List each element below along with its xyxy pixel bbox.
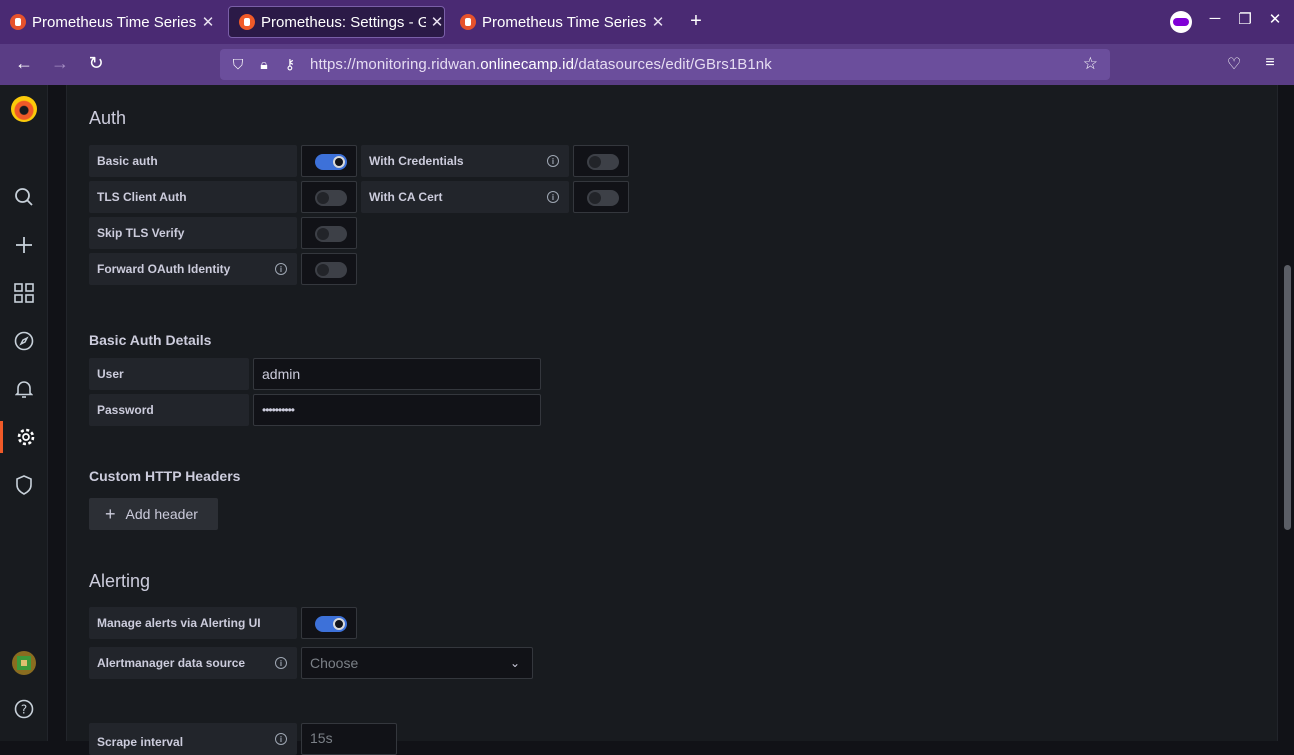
user-avatar[interactable]	[12, 651, 36, 675]
manage-alerts-toggle[interactable]	[301, 607, 357, 639]
toggle-switch[interactable]	[315, 154, 347, 170]
user-input[interactable]: admin	[253, 358, 541, 390]
lock-icon[interactable]: 🔒︎	[256, 56, 272, 73]
tab-title: Prometheus: Settings - Gr	[261, 13, 426, 31]
alerting-heading: Alerting	[89, 571, 151, 591]
menu-icon[interactable]: ≡	[1260, 54, 1280, 72]
restore-icon[interactable]: ❐	[1235, 10, 1255, 28]
prometheus-favicon-icon	[460, 14, 476, 30]
minimize-icon[interactable]: ─	[1205, 10, 1225, 27]
url-text[interactable]: https://monitoring.ridwan.onlinecamp.id/…	[310, 56, 772, 73]
create-plus-icon[interactable]	[0, 229, 48, 261]
reload-icon[interactable]: ↻	[84, 53, 108, 74]
toggle-switch[interactable]	[315, 262, 347, 278]
with-credentials-label: With Credentials i	[361, 145, 569, 177]
alertmanager-datasource-label: Alertmanager data source i	[89, 647, 297, 679]
search-icon[interactable]	[0, 181, 48, 213]
browser-tab-2[interactable]: Prometheus: Settings - Gr ✕	[228, 6, 445, 38]
basic-auth-label: Basic auth	[89, 145, 297, 177]
close-window-icon[interactable]: ✕	[1265, 10, 1285, 28]
close-tab-icon[interactable]: ✕	[430, 13, 444, 31]
chevron-down-icon: ⌄	[509, 656, 520, 670]
server-admin-shield-icon[interactable]	[0, 469, 48, 501]
private-browsing-icon	[1170, 11, 1192, 33]
toggle-switch[interactable]	[315, 226, 347, 242]
configuration-gear-icon[interactable]	[0, 421, 48, 453]
new-tab-icon[interactable]: +	[686, 10, 706, 33]
grafana-favicon-icon	[239, 14, 255, 30]
info-icon[interactable]: i	[275, 263, 287, 275]
scrape-interval-input[interactable]: 15s	[301, 723, 397, 755]
scrape-interval-label: Scrape interval i	[89, 723, 297, 755]
grafana-logo-icon[interactable]	[11, 96, 37, 122]
alertmanager-datasource-select[interactable]: Choose ⌄	[301, 647, 533, 679]
shield-icon[interactable]: ⛉	[230, 56, 246, 73]
basic-auth-details-heading: Basic Auth Details	[89, 332, 212, 348]
info-icon[interactable]: i	[275, 657, 287, 669]
scrollbar[interactable]	[1284, 265, 1291, 530]
browser-tab-1[interactable]: Prometheus Time Series ✕	[0, 6, 215, 38]
info-icon[interactable]: i	[547, 191, 559, 203]
tab-title: Prometheus Time Series	[32, 13, 197, 31]
tls-client-auth-toggle[interactable]	[301, 181, 357, 213]
with-credentials-toggle[interactable]	[573, 145, 629, 177]
with-ca-cert-label: With CA Cert i	[361, 181, 569, 213]
basic-auth-toggle[interactable]	[301, 145, 357, 177]
pocket-icon[interactable]: ♡	[1224, 54, 1244, 74]
user-label: User	[89, 358, 249, 390]
close-tab-icon[interactable]: ✕	[651, 13, 665, 31]
explore-compass-icon[interactable]	[0, 325, 48, 357]
alerting-bell-icon[interactable]	[0, 373, 48, 405]
forward-oauth-label: Forward OAuth Identity i	[89, 253, 297, 285]
toggle-switch[interactable]	[315, 616, 347, 632]
manage-alerts-label: Manage alerts via Alerting UI	[89, 607, 297, 639]
skip-tls-verify-toggle[interactable]	[301, 217, 357, 249]
url-bar[interactable]: ⛉ 🔒︎ ⚷ https://monitoring.ridwan.onlinec…	[220, 49, 1110, 80]
tls-client-auth-label: TLS Client Auth	[89, 181, 297, 213]
password-label: Password	[89, 394, 249, 426]
bookmark-star-icon[interactable]: ☆	[1083, 54, 1098, 74]
with-ca-cert-toggle[interactable]	[573, 181, 629, 213]
tab-title: Prometheus Time Series	[482, 13, 647, 31]
toggle-switch[interactable]	[587, 154, 619, 170]
close-tab-icon[interactable]: ✕	[201, 13, 215, 31]
browser-tab-3[interactable]: Prometheus Time Series ✕	[450, 6, 665, 38]
custom-headers-heading: Custom HTTP Headers	[89, 468, 241, 484]
back-icon[interactable]: ←	[12, 53, 36, 74]
svg-text:?: ?	[21, 703, 27, 717]
toggle-switch[interactable]	[587, 190, 619, 206]
info-icon[interactable]: i	[547, 155, 559, 167]
dashboards-grid-icon[interactable]	[0, 277, 48, 309]
skip-tls-verify-label: Skip TLS Verify	[89, 217, 297, 249]
info-icon[interactable]: i	[275, 733, 287, 745]
add-header-button[interactable]: + Add header	[89, 498, 218, 530]
auth-heading: Auth	[89, 108, 127, 128]
password-input[interactable]: ••••••••••	[253, 394, 541, 426]
browser-tab-bar: Prometheus Time Series ✕ Prometheus: Set…	[0, 0, 1294, 44]
forward-icon[interactable]: →	[48, 53, 72, 74]
toggle-switch[interactable]	[315, 190, 347, 206]
help-icon[interactable]: ?	[0, 693, 48, 725]
prometheus-favicon-icon	[10, 14, 26, 30]
key-icon[interactable]: ⚷	[282, 56, 298, 73]
plus-icon: +	[105, 503, 116, 524]
forward-oauth-toggle[interactable]	[301, 253, 357, 285]
